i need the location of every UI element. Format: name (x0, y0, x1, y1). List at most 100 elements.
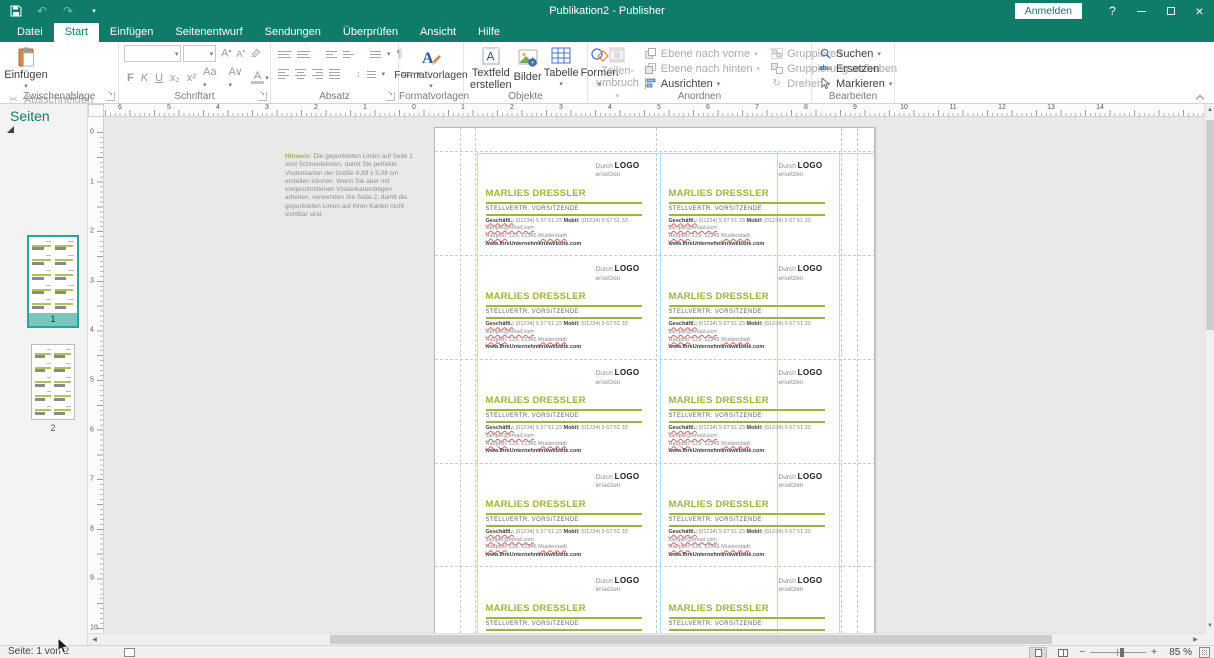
zoom-out-icon[interactable]: − (1079, 647, 1085, 658)
find-button[interactable]: Suchen ▾ (817, 46, 894, 61)
restore-button[interactable] (1156, 0, 1185, 22)
zoom-slider-thumb[interactable] (1120, 648, 1124, 657)
card-name[interactable]: MARLIES DRESSLER (486, 395, 586, 406)
business-card[interactable]: Durch LOGO ersetzen MARLIES DRESSLER STE… (661, 359, 842, 463)
styles-button[interactable]: A Formatvorlagen ▾ (404, 45, 458, 91)
logo-placeholder[interactable]: Durch LOGO ersetzen (779, 473, 823, 491)
logo-placeholder[interactable]: Durch LOGO ersetzen (779, 265, 823, 283)
logo-placeholder[interactable]: Durch LOGO ersetzen (779, 369, 823, 387)
vertical-scrollbar[interactable]: ▲ ▼ (1204, 104, 1214, 633)
tab-sendungen[interactable]: Sendungen (254, 23, 332, 42)
card-name[interactable]: MARLIES DRESSLER (669, 188, 769, 199)
single-page-view-button[interactable] (1029, 647, 1047, 658)
card-name[interactable]: MARLIES DRESSLER (669, 291, 769, 302)
logo-placeholder[interactable]: Durch LOGO ersetzen (779, 162, 823, 180)
font-color-button[interactable]: A (251, 71, 264, 84)
horizontal-ruler[interactable]: 65432101234567891011121314 (104, 104, 1204, 117)
logo-placeholder[interactable]: Durch LOGO ersetzen (596, 265, 640, 283)
card-role[interactable]: STELLVERTR. VORSITZENDE (669, 206, 762, 212)
card-role[interactable]: STELLVERTR. VORSITZENDE (669, 517, 762, 523)
card-contact-block[interactable]: Geschäftl.: (01234) 5 67 51 23 Mobil: (0… (486, 425, 652, 456)
business-card[interactable]: Durch LOGO ersetzen MARLIES DRESSLER STE… (478, 463, 659, 567)
scroll-down-icon[interactable]: ▼ (1205, 620, 1214, 633)
text-wrap-button[interactable]: Zeilen- umbruch ▾ (593, 45, 642, 91)
customize-qat-icon[interactable]: ▾ (86, 3, 102, 19)
line-spacing-icon[interactable]: ↕ (356, 69, 361, 79)
card-contact-block[interactable]: Geschäftl.: (01234) 5 67 51 23 Mobil: (0… (486, 218, 652, 249)
undo-icon[interactable]: ↶ (34, 3, 50, 19)
business-card[interactable]: Durch LOGO ersetzen MARLIES DRESSLER STE… (478, 152, 659, 256)
card-name[interactable]: MARLIES DRESSLER (669, 603, 769, 614)
bring-forward-button[interactable]: Ebene nach vorne ▾ (642, 46, 762, 61)
card-contact-block[interactable]: Geschäftl.: (01234) 5 67 51 23 Mobil: (0… (486, 321, 652, 352)
card-contact-block[interactable]: Geschäftl.: (01234) 5 67 51 23 Mobil: (0… (669, 425, 835, 456)
clear-formatting-button[interactable] (247, 47, 265, 60)
page-thumbnail-1[interactable]: 1 (27, 235, 79, 328)
logo-placeholder[interactable]: Durch LOGO ersetzen (596, 577, 640, 595)
paragraph-dialog-launcher[interactable]: ↘ (386, 92, 395, 101)
redo-icon[interactable]: ↷ (60, 3, 76, 19)
tab-hilfe[interactable]: Hilfe (467, 23, 511, 42)
card-name[interactable]: MARLIES DRESSLER (669, 499, 769, 510)
font-size-combobox[interactable]: ▾ (183, 45, 216, 62)
vertical-scroll-thumb[interactable] (1206, 120, 1214, 330)
replace-button[interactable]: abacErsetzen (817, 61, 894, 76)
numbering-icon[interactable] (300, 51, 310, 58)
align-left-icon[interactable] (278, 69, 289, 79)
scroll-up-icon[interactable]: ▲ (1205, 104, 1214, 117)
business-card[interactable]: Durch LOGO ersetzen MARLIES DRESSLER STE… (478, 567, 659, 633)
card-contact-block[interactable]: Geschäftl.: (01234) 5 67 51 23 Mobil: (0… (486, 529, 652, 560)
card-contact-block[interactable]: Geschäftl.: (01234) 5 67 51 23 Mobil: (0… (669, 529, 835, 560)
collapse-ribbon-icon[interactable] (1197, 93, 1204, 100)
grow-font-button[interactable]: A▴ (218, 47, 234, 60)
two-page-view-button[interactable] (1054, 647, 1072, 658)
horizontal-scroll-thumb[interactable] (330, 635, 1052, 644)
align-right-icon[interactable] (312, 69, 323, 79)
character-spacing-button[interactable]: A∨ ▾ (225, 65, 244, 90)
columns-icon[interactable] (370, 51, 381, 58)
sign-in-button[interactable]: Anmelden (1015, 3, 1082, 19)
align-center-icon[interactable] (295, 69, 306, 79)
decrease-indent-icon[interactable] (326, 51, 337, 58)
card-role[interactable]: STELLVERTR. VORSITZENDE (669, 621, 762, 627)
business-card[interactable]: Durch LOGO ersetzen MARLIES DRESSLER STE… (661, 255, 842, 359)
justify-icon[interactable] (329, 69, 340, 79)
card-role[interactable]: STELLVERTR. VORSITZENDE (669, 413, 762, 419)
card-role[interactable]: STELLVERTR. VORSITZENDE (486, 309, 579, 315)
close-button[interactable]: × (1185, 0, 1214, 22)
logo-placeholder[interactable]: Durch LOGO ersetzen (596, 369, 640, 387)
card-role[interactable]: STELLVERTR. VORSITZENDE (486, 413, 579, 419)
tab-berprfen[interactable]: Überprüfen (332, 23, 409, 42)
tab-einfgen[interactable]: Einfügen (99, 23, 164, 42)
object-position-icon[interactable] (124, 648, 135, 657)
card-name[interactable]: MARLIES DRESSLER (486, 499, 586, 510)
font-dialog-launcher[interactable]: ↘ (258, 92, 267, 101)
select-button[interactable]: Markieren ▾ (817, 76, 894, 91)
increase-indent-icon[interactable] (343, 51, 354, 58)
business-card[interactable]: Durch LOGO ersetzen MARLIES DRESSLER STE… (661, 152, 842, 256)
pictures-button[interactable]: Bilder (513, 45, 543, 91)
card-name[interactable]: MARLIES DRESSLER (486, 291, 586, 302)
page-thumbnail-2[interactable] (31, 344, 75, 420)
superscript-button[interactable]: x² (184, 72, 199, 84)
textbox-button[interactable]: A Textfelderstellen (469, 45, 513, 91)
help-button[interactable]: ? (1098, 0, 1127, 22)
minimize-button[interactable] (1127, 0, 1156, 22)
card-role[interactable]: STELLVERTR. VORSITZENDE (669, 309, 762, 315)
vertical-ruler[interactable]: 012345678910 (88, 117, 104, 633)
bullets-icon[interactable] (281, 51, 291, 58)
send-backward-button[interactable]: Ebene nach hinten ▾ (642, 61, 762, 76)
business-card[interactable]: Durch LOGO ersetzen MARLIES DRESSLER STE… (478, 359, 659, 463)
horizontal-scrollbar[interactable]: ◀ ▶ (88, 633, 1204, 645)
tab-seitenentwurf[interactable]: Seitenentwurf (164, 23, 253, 42)
fit-page-icon[interactable] (1199, 647, 1210, 658)
align-objects-button[interactable]: Ausrichten ▾ (642, 76, 762, 91)
workspace-canvas[interactable]: Hinweis: Die gepunkteten Linien auf Seit… (104, 117, 1204, 633)
publication-page[interactable]: Durch LOGO ersetzen MARLIES DRESSLER STE… (434, 127, 875, 633)
collapse-pages-panel-icon[interactable] (7, 126, 14, 133)
font-name-combobox[interactable]: ▾ (124, 45, 181, 62)
business-card[interactable]: Durch LOGO ersetzen MARLIES DRESSLER STE… (478, 255, 659, 359)
card-contact-block[interactable]: Geschäftl.: (01234) 5 67 51 23 Mobil: (0… (669, 321, 835, 352)
logo-placeholder[interactable]: Durch LOGO ersetzen (779, 577, 823, 595)
zoom-in-icon[interactable]: + (1151, 647, 1157, 658)
